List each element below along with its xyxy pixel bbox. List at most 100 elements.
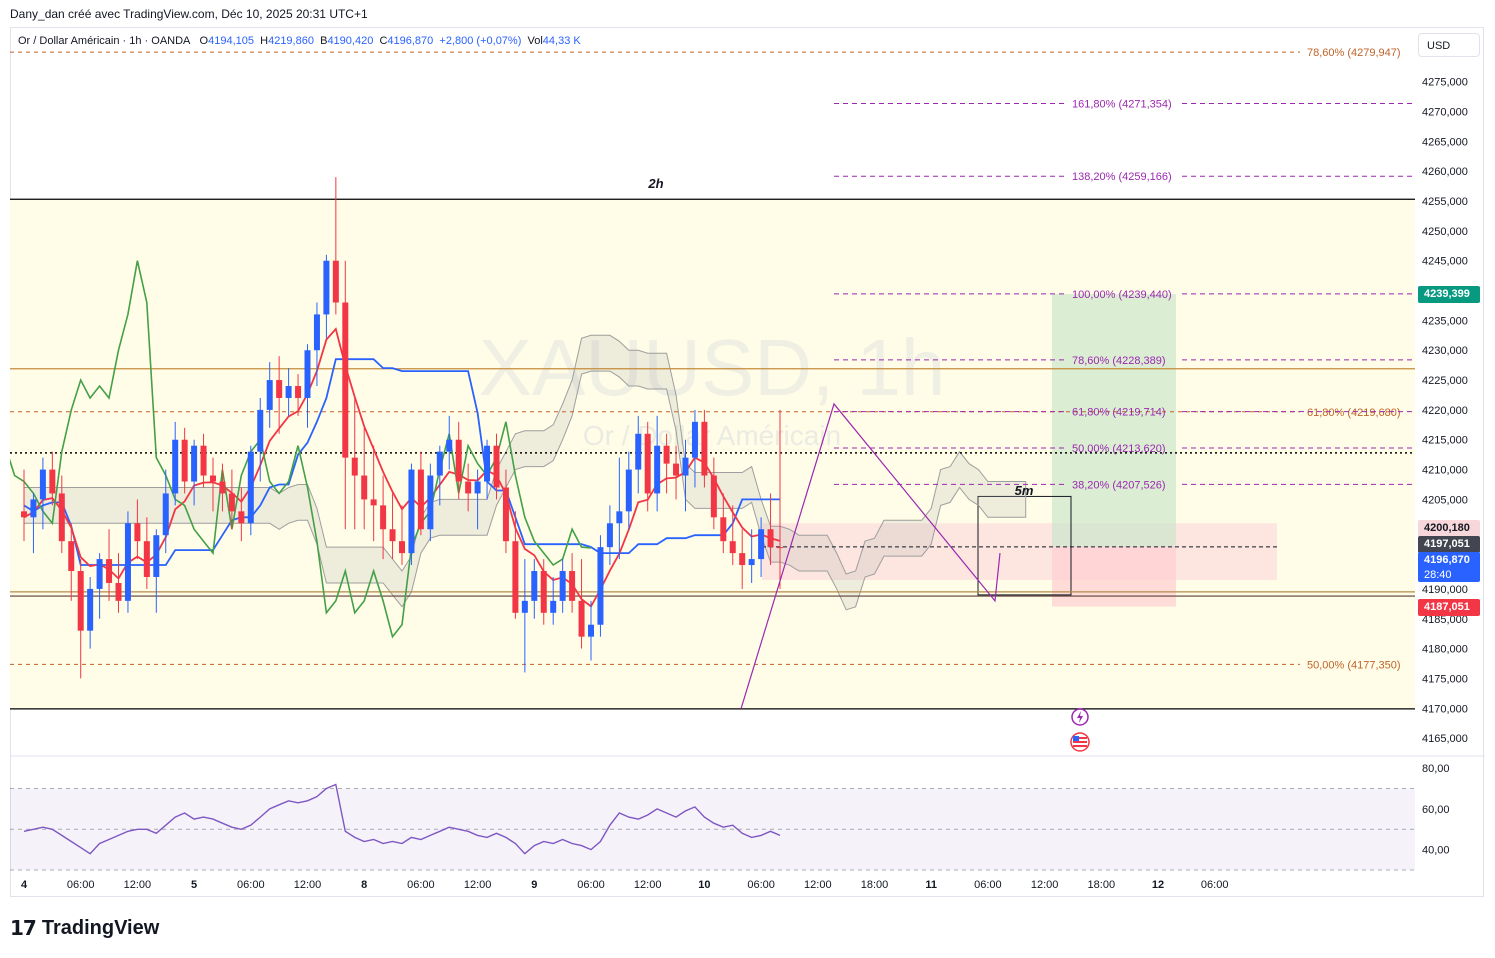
candle-body	[635, 433, 642, 470]
time-tick-label: 12:00	[294, 879, 322, 891]
candle-body	[559, 571, 566, 601]
tradingview-logo-mark: 17	[10, 916, 37, 940]
candle-body	[512, 541, 519, 613]
candle-body	[124, 523, 131, 601]
symbol-legend: Or / Dollar Américain · 1h · OANDA O4194…	[18, 35, 581, 47]
lightning-icon[interactable]	[1071, 708, 1089, 726]
price-tag-level: 4200,180	[1418, 520, 1480, 538]
candle-body	[616, 511, 623, 524]
tradingview-logo-name: TradingView	[41, 916, 160, 939]
candle-body	[663, 445, 670, 464]
annotation-2h: 2h	[647, 176, 663, 191]
candle-body	[484, 445, 491, 482]
legend-high-value: 4219,860	[268, 35, 314, 47]
legend-high-label: H	[260, 35, 269, 47]
candle-body	[597, 547, 604, 625]
rsi-tick-label: 60,00	[1422, 804, 1450, 816]
candle-body	[465, 481, 472, 494]
candle-body	[370, 499, 377, 506]
candle-body	[455, 439, 462, 482]
candle-body	[399, 541, 405, 554]
time-tick-label: 12:00	[1031, 879, 1059, 891]
price-tick-label: 4225,000	[1422, 375, 1468, 387]
price-tick-label: 4235,000	[1422, 315, 1468, 327]
candle-body	[210, 475, 216, 482]
time-tick-label: 06:00	[974, 879, 1002, 891]
price-tick-label: 4205,000	[1422, 494, 1468, 506]
time-tick-label: 12:00	[124, 879, 152, 891]
watermark-name: Or / Dollar Américain	[583, 420, 841, 451]
plot-background	[10, 199, 1415, 709]
time-tick-label: 06:00	[1201, 879, 1229, 891]
candle-body	[49, 469, 56, 494]
range-zone-2h	[10, 199, 1415, 709]
time-tick-label: 12:00	[804, 879, 832, 891]
candle-body	[625, 469, 632, 512]
us-flag-icon[interactable]	[1070, 732, 1090, 752]
currency-button[interactable]: USD	[1418, 33, 1480, 57]
legend-open-label: O	[199, 35, 209, 47]
time-tick-label: 11	[925, 879, 937, 891]
annotation-5m: 5m	[1015, 483, 1034, 498]
price-tick-label: 4260,000	[1422, 166, 1468, 178]
fib-label-4: 61,80% (4219,714)	[1072, 407, 1166, 419]
candle-body	[550, 600, 557, 613]
chart-canvas[interactable]: XAUUSD, 1h Or / Dollar Américain 78,60% …	[0, 0, 1495, 900]
price-tag-ask: 4197,051	[1418, 535, 1480, 553]
candle-body	[21, 511, 27, 518]
candle-body	[77, 571, 84, 631]
candle-body	[531, 571, 538, 601]
candle-body	[30, 499, 37, 518]
candle-body	[304, 350, 311, 398]
time-tick-label: 8	[361, 879, 367, 891]
candle-body	[720, 517, 727, 542]
candle-body	[276, 380, 283, 398]
rsi-tick-label: 80,00	[1422, 763, 1450, 775]
rsi-tick-label: 40,00	[1422, 845, 1450, 857]
candle-body	[474, 481, 481, 494]
candle-body	[427, 475, 434, 530]
candle-body	[87, 588, 94, 631]
price-tag-countdown: 28:40	[1424, 569, 1452, 582]
candle-body	[39, 469, 46, 500]
candle-body	[134, 523, 141, 542]
fib-label-3: 78,60% (4228,389)	[1072, 355, 1166, 367]
tradingview-logo[interactable]: 17 TradingView	[10, 916, 159, 940]
time-tick-label: 12	[1152, 879, 1164, 891]
candle-body	[313, 314, 320, 351]
time-tick-label: 12:00	[634, 879, 662, 891]
fib-label-6: 38,20% (4207,526)	[1072, 479, 1166, 491]
time-tick-label: 06:00	[407, 879, 435, 891]
time-tick-label: 06:00	[577, 879, 605, 891]
fib-right-label-1: 61,80% (4219,680)	[1307, 407, 1401, 419]
candle-body	[729, 541, 736, 554]
candle-body	[58, 493, 65, 542]
price-tag-target: 4239,399	[1418, 286, 1480, 304]
candle-body	[521, 600, 528, 613]
price-tick-label: 4250,000	[1422, 226, 1468, 238]
candle-body	[408, 469, 415, 554]
price-tick-label: 4220,000	[1422, 405, 1468, 417]
fib-label-0: 161,80% (4271,354)	[1072, 98, 1172, 110]
candle-body	[323, 260, 330, 315]
time-tick-label: 4	[21, 879, 28, 891]
candle-body	[238, 511, 245, 524]
price-tick-label: 4270,000	[1422, 107, 1468, 119]
legend-volume-label: Vol	[527, 35, 543, 47]
candle-body	[361, 475, 368, 500]
candle-body	[266, 380, 273, 410]
legend-symbol[interactable]: Or / Dollar Américain · 1h · OANDA	[18, 35, 190, 47]
fib-label-2: 100,00% (4239,440)	[1072, 289, 1172, 301]
time-tick-label: 18:00	[1088, 879, 1116, 891]
time-tick-label: 9	[531, 879, 537, 891]
candle-body	[219, 481, 226, 494]
time-tick-label: 10	[698, 879, 710, 891]
price-tick-label: 4265,000	[1422, 136, 1468, 148]
candle-body	[153, 535, 160, 577]
candle-body	[115, 582, 122, 601]
candle-body	[701, 421, 708, 476]
candle-body	[162, 493, 169, 536]
candle-body	[191, 445, 198, 482]
candle-body	[767, 529, 774, 548]
fib-label-5: 50,00% (4213,620)	[1072, 443, 1166, 455]
